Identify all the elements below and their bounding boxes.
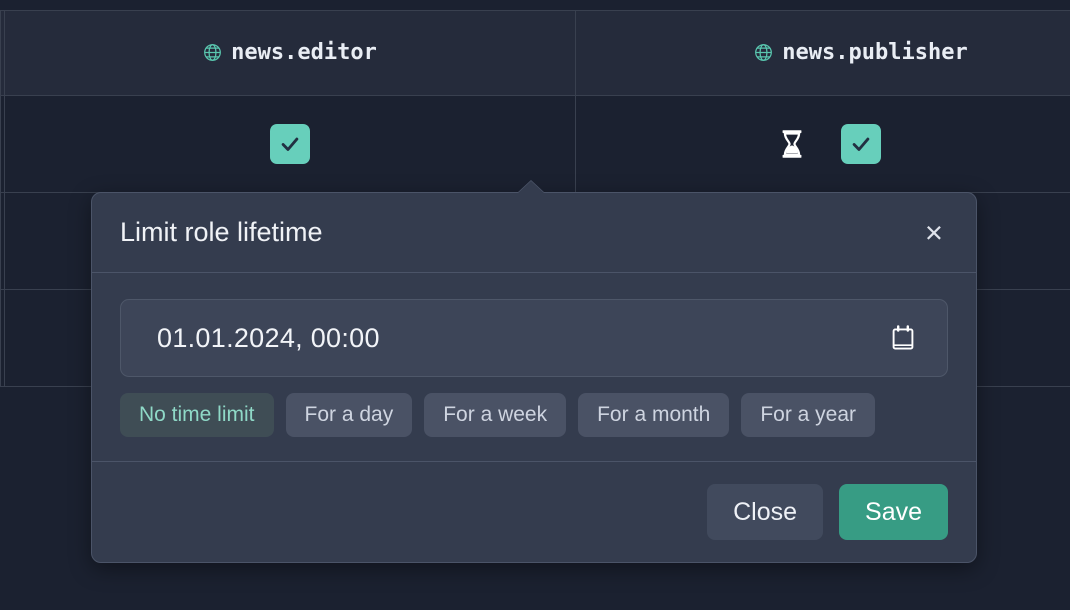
check-icon: [852, 137, 870, 151]
column-header-news-publisher[interactable]: news.publisher: [575, 10, 1070, 96]
preset-for-a-week[interactable]: For a week: [424, 393, 567, 437]
limit-role-lifetime-dialog: Limit role lifetime × 01.01.2024, 00:00 …: [91, 181, 977, 563]
preset-for-a-month[interactable]: For a month: [578, 393, 730, 437]
dialog-header: Limit role lifetime ×: [92, 193, 976, 273]
close-icon[interactable]: ×: [919, 215, 949, 250]
preset-for-a-day[interactable]: For a day: [285, 393, 413, 437]
role-header-content: news.editor: [203, 40, 377, 65]
column-header-news-editor[interactable]: news.editor: [4, 10, 576, 96]
datetime-input-value: 01.01.2024, 00:00: [157, 322, 380, 353]
close-button[interactable]: Close: [707, 484, 824, 540]
column-header-label: news.publisher: [782, 39, 968, 65]
cell-content: [576, 96, 1070, 192]
permission-checkbox-editor[interactable]: [270, 124, 310, 164]
globe-icon: [203, 43, 222, 62]
table-row: [0, 95, 1070, 193]
cell-content: [5, 96, 802, 192]
dialog-body: 01.01.2024, 00:00 No time limit For a da…: [92, 273, 976, 461]
preset-for-a-year[interactable]: For a year: [741, 393, 876, 437]
preset-button-group: No time limit For a day For a week For a…: [120, 393, 948, 437]
calendar-icon[interactable]: [891, 325, 915, 351]
dialog-pointer-tail: [517, 181, 545, 194]
check-icon: [281, 137, 299, 151]
permission-cell-editor[interactable]: [4, 95, 802, 193]
column-header-label: news.editor: [231, 39, 377, 65]
dialog-footer: Close Save: [92, 461, 976, 562]
save-button[interactable]: Save: [839, 484, 948, 540]
globe-icon: [754, 43, 773, 62]
preset-no-time-limit[interactable]: No time limit: [120, 393, 274, 437]
calendar-glyph: [892, 325, 914, 350]
permission-checkbox-publisher[interactable]: [841, 124, 881, 164]
permission-cell-publisher[interactable]: [575, 95, 1070, 193]
table-header: news.editor news.publisher: [0, 10, 1070, 96]
table-header-row: news.editor news.publisher: [0, 10, 1070, 96]
dialog-title: Limit role lifetime: [120, 217, 323, 247]
datetime-input[interactable]: 01.01.2024, 00:00: [120, 299, 948, 377]
role-header-content: news.publisher: [754, 39, 968, 65]
